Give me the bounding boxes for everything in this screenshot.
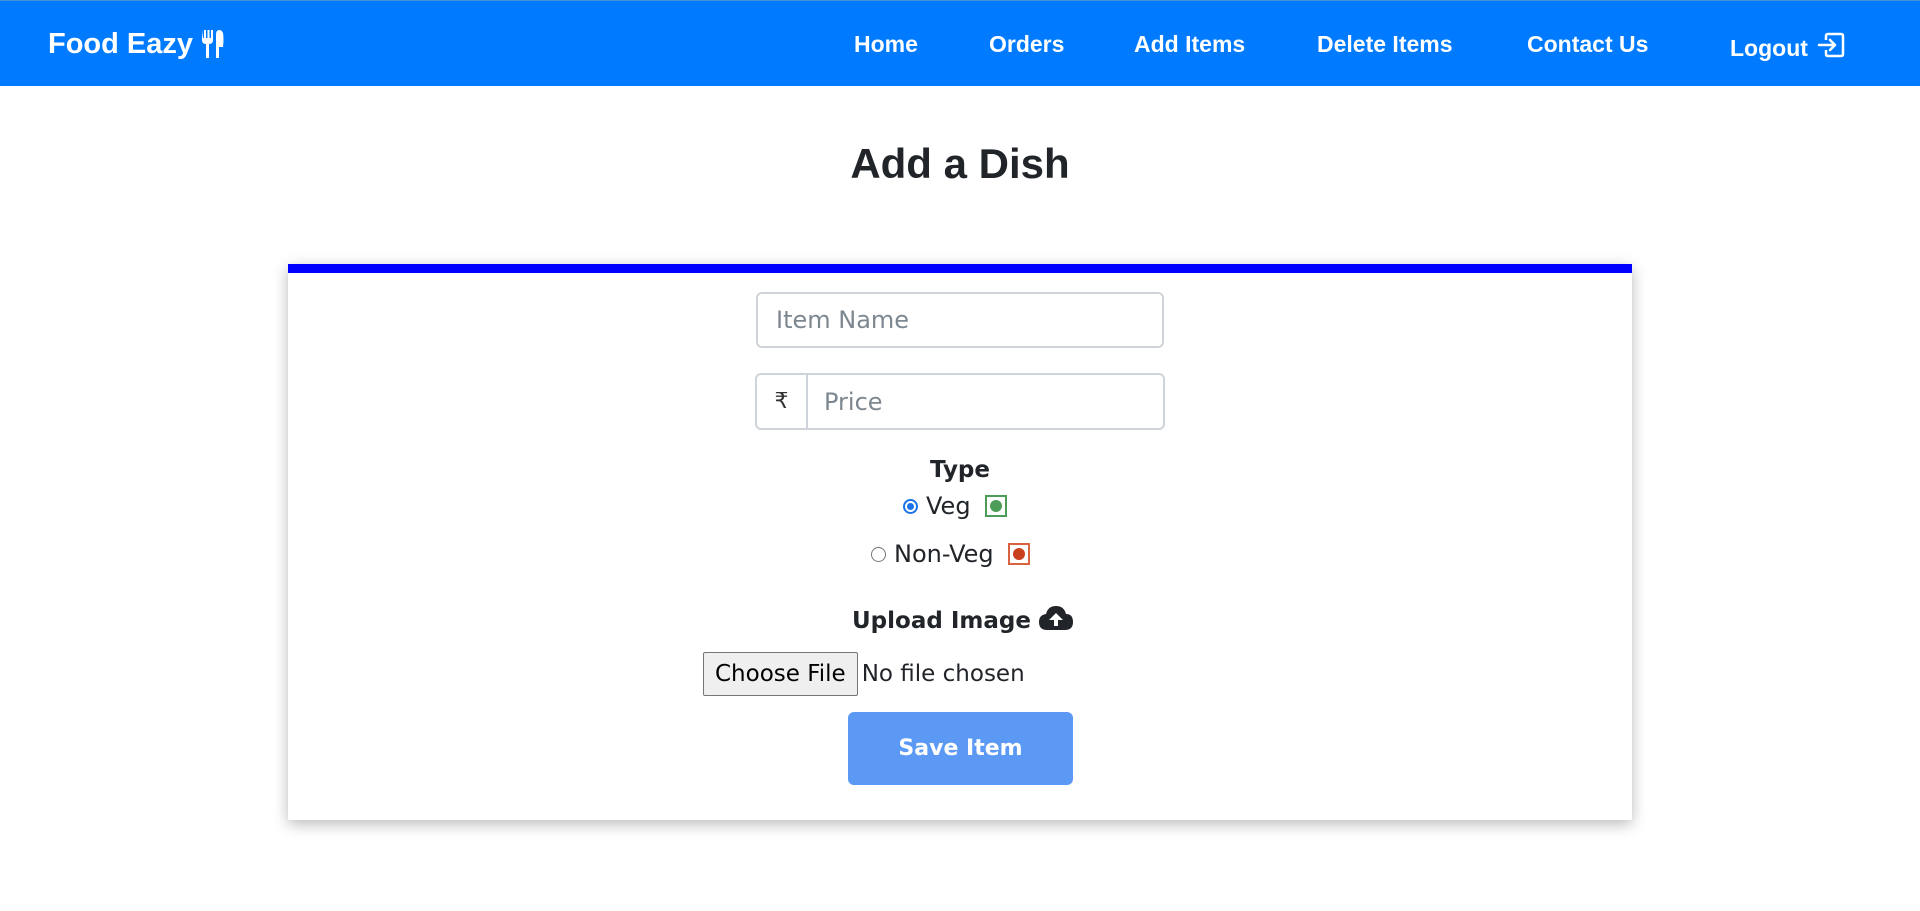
nonveg-symbol-icon xyxy=(1007,543,1030,565)
nav-home[interactable]: Home xyxy=(854,31,918,58)
brand-name: Food Eazy xyxy=(48,27,194,60)
type-label: Type xyxy=(929,457,990,483)
upload-label-text: Upload Image xyxy=(852,608,1031,634)
navbar: Food Eazy Home Orders Add Items Delete I… xyxy=(0,0,1920,86)
choose-file-button[interactable]: Choose File xyxy=(703,652,858,696)
nonveg-label: Non-Veg xyxy=(894,540,994,568)
veg-symbol-icon xyxy=(984,495,1007,517)
logout-label: Logout xyxy=(1730,34,1808,61)
nav-delete-items[interactable]: Delete Items xyxy=(1317,31,1453,58)
price-input-group: ₹ xyxy=(755,373,1165,430)
item-name-input[interactable] xyxy=(756,292,1164,348)
veg-label: Veg xyxy=(926,492,971,520)
nav-add-items[interactable]: Add Items xyxy=(1134,31,1245,58)
nav-orders[interactable]: Orders xyxy=(989,31,1064,58)
file-picker: Choose File No file chosen xyxy=(703,652,1025,696)
brand[interactable]: Food Eazy xyxy=(48,27,225,61)
page-title: Add a Dish xyxy=(850,140,1070,187)
save-item-button[interactable]: Save Item xyxy=(848,712,1073,785)
upload-image-label: Upload Image xyxy=(852,604,1075,638)
rupee-addon: ₹ xyxy=(757,375,808,428)
logout-button[interactable]: Logout xyxy=(1730,30,1846,66)
fork-knife-icon xyxy=(201,29,225,59)
cloud-upload-icon xyxy=(1037,604,1075,638)
veg-option[interactable]: Veg xyxy=(903,492,1007,520)
nonveg-option[interactable]: Non-Veg xyxy=(871,540,1030,568)
price-input[interactable] xyxy=(808,375,1163,428)
nav-contact-us[interactable]: Contact Us xyxy=(1527,31,1648,58)
nonveg-radio[interactable] xyxy=(871,546,886,562)
box-arrow-right-icon xyxy=(1816,30,1846,66)
veg-radio[interactable] xyxy=(903,498,918,514)
file-status: No file chosen xyxy=(861,661,1025,687)
